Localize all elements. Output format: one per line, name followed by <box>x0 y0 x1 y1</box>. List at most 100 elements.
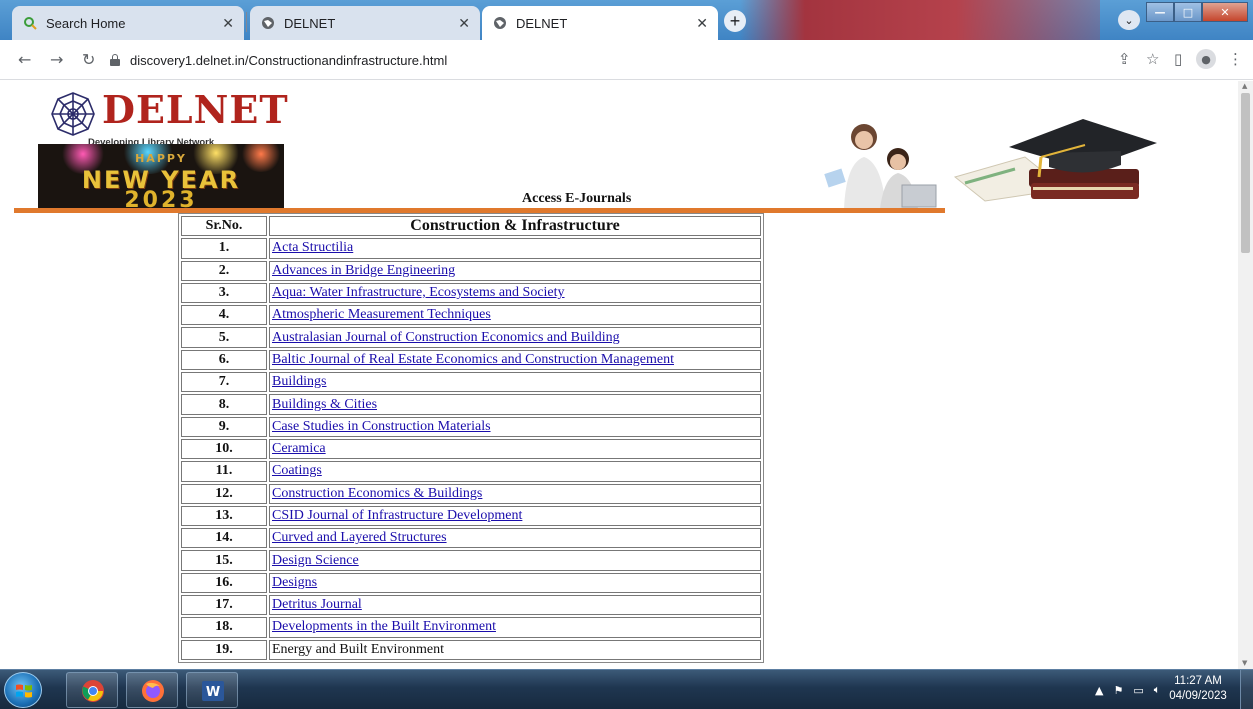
table-row: 10. Ceramica <box>181 438 761 460</box>
tab-separator <box>246 12 247 32</box>
journal-link[interactable]: Acta Structilia <box>272 240 353 255</box>
journal-link[interactable]: Aqua: Water Infrastructure, Ecosystems a… <box>272 285 565 300</box>
address-bar[interactable]: discovery1.delnet.in/Constructionandinfr… <box>110 46 1110 74</box>
journal-link[interactable]: Coatings <box>272 463 322 478</box>
window-controls: — □ ✕ <box>1146 2 1248 22</box>
journal-cell: Developments in the Built Environment <box>269 617 761 638</box>
journal-cell: Buildings <box>269 372 761 393</box>
share-icon[interactable]: ⇪ <box>1118 50 1131 68</box>
close-tab-icon[interactable]: ✕ <box>458 15 470 32</box>
scroll-up-arrow-icon[interactable]: ▲ <box>1242 82 1247 90</box>
journal-link[interactable]: Design Science <box>272 553 359 568</box>
svg-text:W: W <box>206 685 220 700</box>
minimize-button[interactable]: — <box>1146 2 1174 22</box>
journal-link[interactable]: Advances in Bridge Engineering <box>272 263 455 278</box>
start-button[interactable] <box>4 672 42 708</box>
menu-kebab-icon[interactable]: ⋮ <box>1228 50 1243 68</box>
table-row: 17. Detritus Journal <box>181 595 761 616</box>
windows-logo-icon <box>16 684 32 698</box>
table-row: 2. Advances in Bridge Engineering <box>181 260 761 281</box>
back-arrow-icon[interactable]: ← <box>18 50 31 69</box>
journal-link[interactable]: Buildings <box>272 374 326 389</box>
journal-link[interactable]: Designs <box>272 575 317 590</box>
journal-cell: Ceramica <box>269 438 761 460</box>
journal-link[interactable]: Australasian Journal of Construction Eco… <box>272 330 620 345</box>
tab-search-home[interactable]: Search Home ✕ <box>12 6 244 40</box>
serial-number: 9. <box>181 416 267 437</box>
network-icon[interactable]: ▭ <box>1133 684 1143 697</box>
journal-cell: Detritus Journal <box>269 595 761 616</box>
journal-link[interactable]: Case Studies in Construction Materials <box>272 419 491 434</box>
journal-cell: Buildings & Cities <box>269 394 761 415</box>
bookmark-star-icon[interactable]: ☆ <box>1146 50 1159 68</box>
profile-avatar-icon[interactable]: ● <box>1196 49 1216 69</box>
serial-number: 7. <box>181 372 267 393</box>
serial-number: 19. <box>181 639 267 660</box>
table-row: 11. Coatings <box>181 461 761 482</box>
journal-cell: Baltic Journal of Real Estate Economics … <box>269 349 761 371</box>
banner-happy: HAPPY <box>135 152 187 165</box>
journal-link[interactable]: Baltic Journal of Real Estate Economics … <box>272 352 674 367</box>
scroll-down-arrow-icon[interactable]: ▼ <box>1242 659 1247 667</box>
close-tab-icon[interactable]: ✕ <box>222 15 234 32</box>
delnet-logo[interactable]: DELNET Developing Library Network <box>50 87 290 151</box>
table-row: 4. Atmospheric Measurement Techniques <box>181 305 761 326</box>
serial-number: 6. <box>181 349 267 371</box>
table-row: 3. Aqua: Water Infrastructure, Ecosystems… <box>181 282 761 304</box>
word-icon: W <box>202 681 224 701</box>
page-viewport: DELNET Developing Library Network HAPPY … <box>0 81 1238 669</box>
new-tab-button[interactable]: + <box>724 10 746 32</box>
browser-tabstrip: Search Home ✕ DELNET ✕ DELNET ✕ + ⌄ — □ … <box>0 0 1253 40</box>
show-hidden-icons-icon[interactable]: ▲ <box>1095 684 1103 697</box>
forward-arrow-icon[interactable]: → <box>50 50 63 69</box>
globe-icon <box>260 15 276 31</box>
system-clock[interactable]: 11:27 AM 04/09/2023 <box>1168 674 1228 704</box>
journal-link[interactable]: Energy and Built Environment <box>272 642 444 657</box>
scrollbar-thumb[interactable] <box>1241 93 1250 253</box>
table-row: 9. Case Studies in Construction Materials <box>181 416 761 437</box>
journal-cell: Australasian Journal of Construction Eco… <box>269 327 761 348</box>
journal-link[interactable]: Atmospheric Measurement Techniques <box>272 307 491 322</box>
lock-icon[interactable] <box>110 54 120 66</box>
side-panel-icon[interactable]: ▯ <box>1174 50 1182 68</box>
graduation-cap-books-photo <box>945 117 1161 207</box>
clock-date: 04/09/2023 <box>1169 690 1227 702</box>
serial-number: 4. <box>181 305 267 326</box>
journal-cell: CSID Journal of Infrastructure Developme… <box>269 505 761 527</box>
table-row: 15. Design Science <box>181 550 761 571</box>
journal-cell: Energy and Built Environment <box>269 639 761 660</box>
action-center-flag-icon[interactable]: ⚑ <box>1113 684 1123 697</box>
table-row: 18. Developments in the Built Environment <box>181 617 761 638</box>
taskbar-chrome[interactable] <box>66 672 118 708</box>
reload-icon[interactable]: ↻ <box>82 50 95 69</box>
journal-cell: Atmospheric Measurement Techniques <box>269 305 761 326</box>
tab-delnet-1[interactable]: DELNET ✕ <box>250 6 480 40</box>
taskbar-word[interactable]: W <box>186 672 238 708</box>
journal-link[interactable]: Construction Economics & Buildings <box>272 486 482 501</box>
journal-cell: Designs <box>269 572 761 594</box>
table-row: 7. Buildings <box>181 372 761 393</box>
volume-icon[interactable]: 🔈︎ <box>1154 683 1161 697</box>
journal-link[interactable]: Curved and Layered Structures <box>272 530 447 545</box>
page-heading: Access E-Journals <box>522 191 632 206</box>
journal-cell: Design Science <box>269 550 761 571</box>
firefox-icon <box>142 680 164 702</box>
tab-search-button[interactable]: ⌄ <box>1118 10 1140 30</box>
taskbar-firefox[interactable] <box>126 672 178 708</box>
page-scrollbar[interactable]: ▲ ▼ <box>1238 81 1253 669</box>
delnet-emblem-icon <box>51 92 95 136</box>
maximize-button[interactable]: □ <box>1174 2 1202 22</box>
journal-link[interactable]: CSID Journal of Infrastructure Developme… <box>272 508 522 523</box>
close-window-button[interactable]: ✕ <box>1202 2 1248 22</box>
journal-link[interactable]: Ceramica <box>272 441 326 456</box>
show-desktop-button[interactable] <box>1240 670 1253 709</box>
journal-link[interactable]: Developments in the Built Environment <box>272 619 496 634</box>
tab-title: DELNET <box>284 15 336 31</box>
tab-delnet-2[interactable]: DELNET ✕ <box>482 6 718 40</box>
table-row: 14. Curved and Layered Structures <box>181 528 761 549</box>
table-row: 19. Energy and Built Environment <box>181 639 761 660</box>
close-tab-icon[interactable]: ✕ <box>696 15 708 32</box>
journal-link[interactable]: Detritus Journal <box>272 597 362 612</box>
table-row: 5. Australasian Journal of Construction E… <box>181 327 761 348</box>
journal-link[interactable]: Buildings & Cities <box>272 397 377 412</box>
